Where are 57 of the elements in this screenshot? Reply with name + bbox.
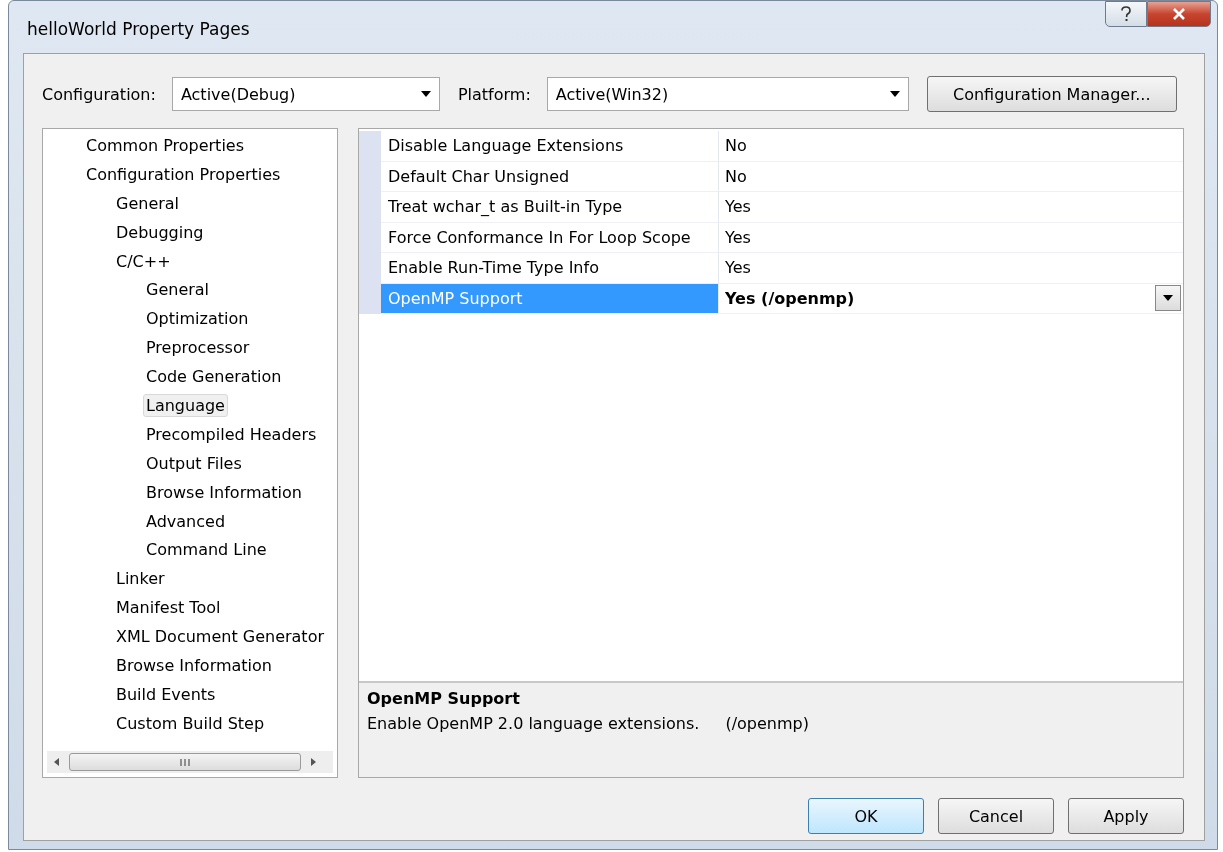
tree-item[interactable]: Common Properties [83, 133, 247, 157]
dropdown-arrow-icon [1163, 295, 1173, 302]
tree-item[interactable]: Configuration Properties [83, 162, 284, 186]
close-button[interactable] [1147, 1, 1211, 27]
close-icon [1172, 8, 1186, 20]
property-name[interactable]: Enable Run-Time Type Info [381, 253, 719, 284]
help-button[interactable] [1105, 1, 1147, 27]
property-value[interactable]: Yes [719, 192, 1183, 223]
tree-item[interactable]: Preprocessor [143, 336, 253, 360]
property-value[interactable]: Yes (/openmp) [719, 283, 1183, 314]
scroll-left-icon [53, 757, 61, 767]
platform-label: Platform: [457, 84, 531, 104]
description-text: Enable OpenMP 2.0 language extensions. [367, 714, 700, 733]
tree-item[interactable]: Precompiled Headers [143, 422, 320, 446]
window-title: helloWorld Property Pages [27, 19, 250, 39]
tree-item[interactable]: XML Document Generator [113, 625, 327, 649]
configuration-label: Configuration: [42, 84, 156, 104]
property-value[interactable]: Yes [719, 253, 1183, 284]
dropdown-arrow-icon [420, 91, 431, 97]
horizontal-scrollbar[interactable] [47, 751, 333, 773]
property-name[interactable]: Force Conformance In For Loop Scope [381, 222, 719, 253]
dropdown-arrow-icon [889, 91, 900, 97]
scrollbar-thumb[interactable] [69, 753, 301, 771]
tree-item[interactable]: C/C++ [113, 249, 174, 273]
scroll-right-icon [309, 757, 317, 767]
platform-dropdown[interactable]: Active(Win32) [546, 77, 909, 111]
dropdown-button[interactable] [1155, 285, 1181, 312]
property-name[interactable]: Disable Language Extensions [381, 131, 719, 162]
dialog-button[interactable]: OK [808, 798, 924, 834]
dialog-button[interactable]: Apply [1068, 798, 1184, 834]
property-name[interactable]: Treat wchar_t as Built-in Type [381, 192, 719, 223]
property-value[interactable]: Yes [719, 222, 1183, 253]
tree-item[interactable]: Build Events [113, 682, 219, 706]
tree-item[interactable]: Language [143, 393, 228, 417]
property-value[interactable]: No [719, 161, 1183, 192]
tree-item[interactable]: Advanced [143, 509, 229, 533]
property-name[interactable]: Default Char Unsigned [381, 161, 719, 192]
tree-item[interactable]: Custom Build Step [113, 711, 268, 735]
property-value[interactable]: No [719, 131, 1183, 162]
description-title: OpenMP Support [367, 689, 521, 708]
grip-icon [179, 757, 191, 767]
tree-item[interactable]: Command Line [143, 538, 270, 562]
tree-item[interactable]: General [143, 278, 213, 302]
switch-text: (/openmp) [725, 714, 809, 733]
tree-item[interactable]: Output Files [143, 451, 245, 475]
tree-item[interactable]: Optimization [143, 307, 252, 331]
dialog-button[interactable]: Cancel [938, 798, 1054, 834]
tree-item[interactable]: Manifest Tool [113, 596, 224, 620]
help-icon [1120, 6, 1132, 22]
configuration-dropdown[interactable]: Active(Debug) [171, 77, 440, 111]
configuration-manager-button[interactable]: Configuration Manager... [926, 76, 1177, 112]
tree-item[interactable]: Browse Information [143, 480, 305, 504]
tree-item[interactable]: Browse Information [113, 653, 275, 677]
tree-item[interactable]: General [113, 191, 183, 215]
tree-item[interactable]: Linker [113, 567, 168, 591]
tree-item[interactable]: Debugging [113, 220, 207, 244]
tree-item[interactable]: Code Generation [143, 365, 285, 389]
